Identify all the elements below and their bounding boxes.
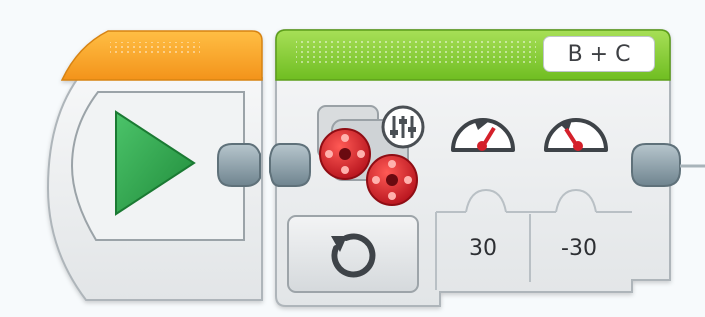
sequence-connector-in-motor[interactable] — [269, 143, 311, 187]
sequence-connector-out-motor[interactable] — [631, 143, 705, 187]
left-speed-input[interactable]: 30 — [437, 226, 529, 270]
motor-ports-selector[interactable]: B + C — [543, 36, 655, 72]
left-speed-value: 30 — [469, 235, 497, 261]
start-block-grip — [110, 42, 200, 56]
mode-selector-button[interactable] — [287, 215, 419, 293]
settings-sliders-icon[interactable] — [381, 105, 425, 149]
move-tank-block-grip — [296, 40, 536, 66]
sequence-connector-out-start[interactable] — [217, 143, 261, 187]
motor-ports-label: B + C — [567, 41, 631, 67]
right-speed-value: -30 — [561, 235, 597, 261]
right-speed-input[interactable]: -30 — [531, 226, 627, 270]
